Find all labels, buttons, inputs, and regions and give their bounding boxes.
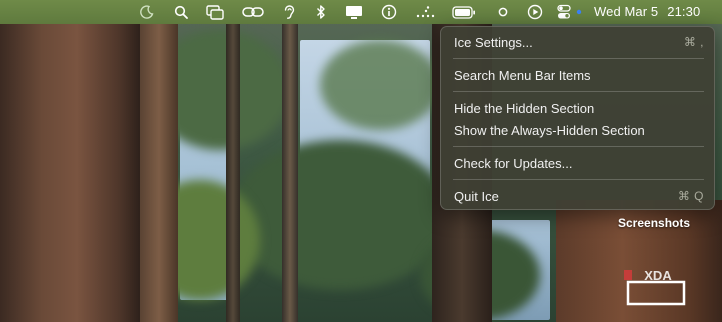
moon-icon[interactable] xyxy=(138,3,156,21)
dot-icon xyxy=(575,3,583,21)
window-stack-icon[interactable] xyxy=(205,3,225,21)
info-icon[interactable] xyxy=(380,3,398,21)
menu-bar: Wed Mar 5 21:30 xyxy=(0,0,722,24)
menu-separator xyxy=(453,179,704,180)
bluetooth-icon[interactable] xyxy=(314,3,328,21)
ice-dots-icon[interactable] xyxy=(414,3,438,21)
screenshots-caption: Screenshots xyxy=(618,216,691,230)
menu-item-check-for-updates[interactable]: Check for Updates... xyxy=(454,153,704,173)
menu-item-label: Hide the Hidden Section xyxy=(454,100,595,116)
menu-item-shortcut: ⌘ Q xyxy=(677,189,704,203)
menu-item-ice-settings[interactable]: Ice Settings... ⌘ , xyxy=(454,32,704,52)
ear-icon[interactable] xyxy=(282,3,296,21)
menu-item-shortcut: ⌘ , xyxy=(683,35,704,49)
svg-text:XDA: XDA xyxy=(644,268,672,283)
menu-item-label: Show the Always-Hidden Section xyxy=(454,122,645,138)
menu-item-label: Search Menu Bar Items xyxy=(454,67,591,83)
menu-item-label: Ice Settings... xyxy=(454,34,533,50)
clock-time: 21:30 xyxy=(667,4,701,19)
xda-logo: XDA xyxy=(624,268,688,308)
control-center-icon[interactable] xyxy=(556,3,572,21)
battery-icon[interactable] xyxy=(451,3,477,21)
tree-trunk xyxy=(0,24,140,322)
menu-item-search-menu-bar-items[interactable]: Search Menu Bar Items xyxy=(454,65,704,85)
link-icon[interactable] xyxy=(241,3,265,21)
menu-item-label: Check for Updates... xyxy=(454,155,573,171)
menu-item-quit-ice[interactable]: Quit Ice ⌘ Q xyxy=(454,186,704,206)
menu-separator xyxy=(453,146,704,147)
circle-icon[interactable] xyxy=(497,3,509,21)
clock[interactable]: Wed Mar 5 21:30 xyxy=(594,4,700,19)
clock-date: Wed Mar 5 xyxy=(594,4,659,19)
menu-item-label: Quit Ice xyxy=(454,188,499,204)
menu-item-show-always-hidden-section[interactable]: Show the Always-Hidden Section xyxy=(454,120,704,140)
display-icon[interactable] xyxy=(344,3,364,21)
ice-menu: Ice Settings... ⌘ , Search Menu Bar Item… xyxy=(440,26,715,210)
menu-separator xyxy=(453,58,704,59)
menu-item-hide-hidden-section[interactable]: Hide the Hidden Section xyxy=(454,98,704,118)
play-icon[interactable] xyxy=(526,3,544,21)
search-icon[interactable] xyxy=(172,3,190,21)
menu-separator xyxy=(453,91,704,92)
